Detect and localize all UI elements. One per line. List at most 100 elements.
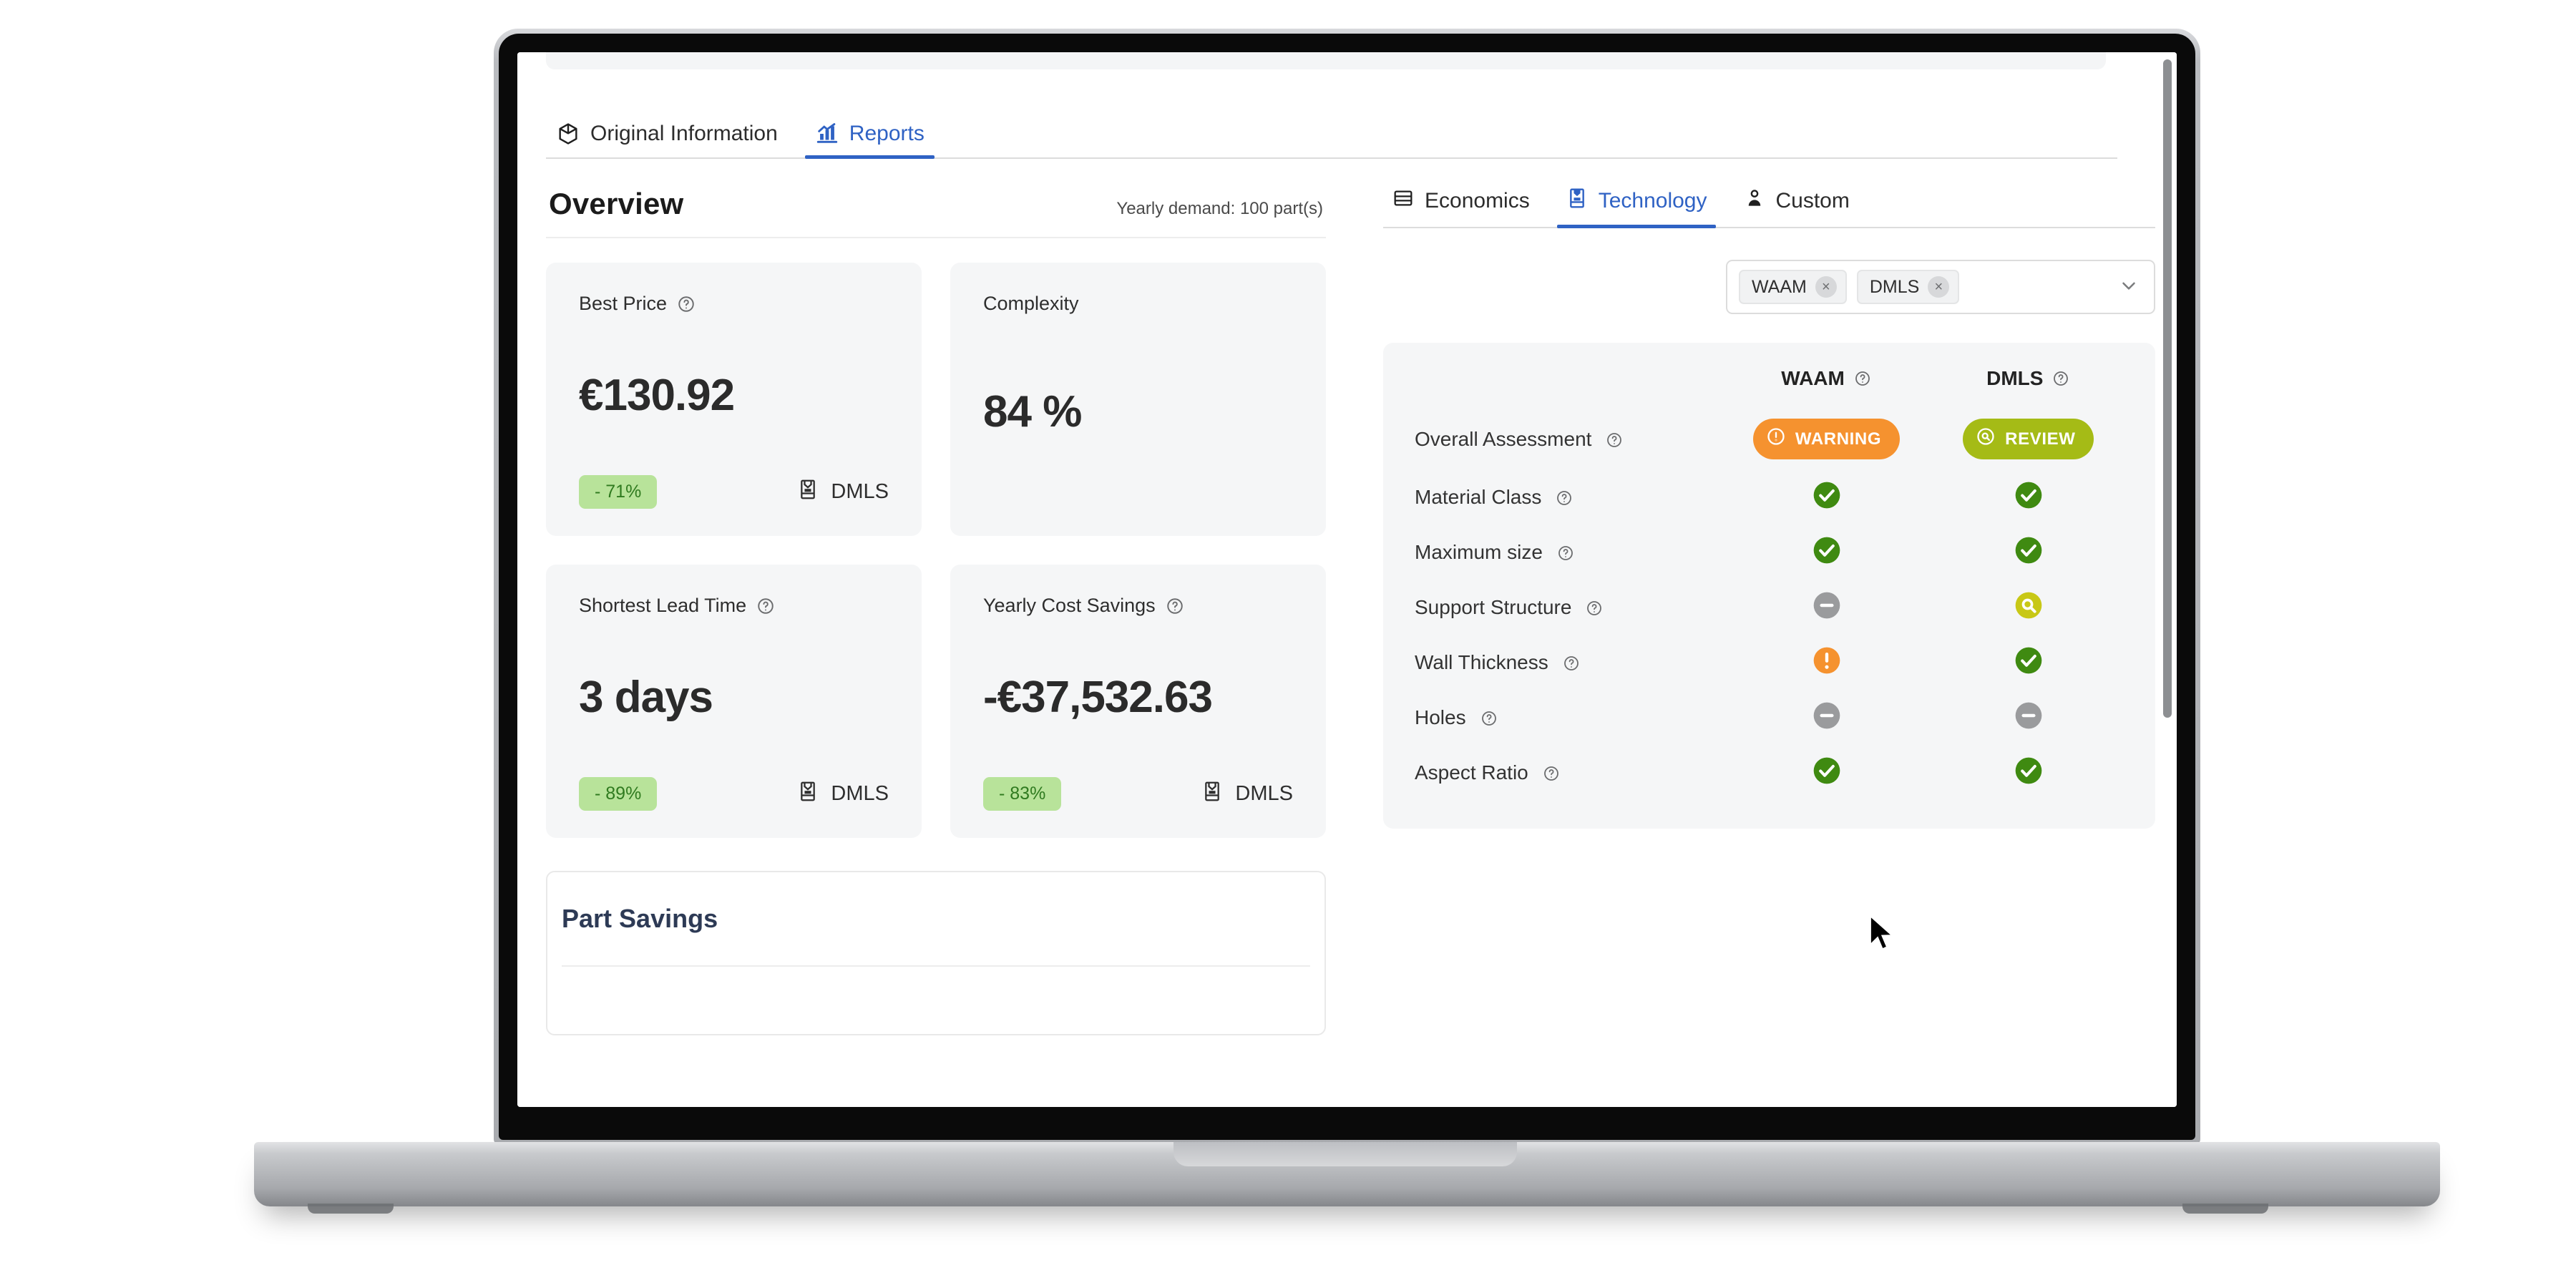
tab-label: Economics [1425,189,1530,213]
economics-icon [1392,187,1415,215]
info-icon[interactable] [756,597,775,615]
screenshot-stage: Original Information Reports Overview Ye… [0,0,2576,1288]
info-icon[interactable] [677,295,696,313]
status-cell-waam: WARNING [1719,409,1933,469]
status-cell-dmls [1933,469,2124,525]
delta-badge: - 89% [579,777,658,811]
chip-remove-icon[interactable]: × [1815,276,1837,298]
kpi-technology: DMLS [1201,780,1293,809]
kpi-label-text: Yearly Cost Savings [983,595,1156,616]
criterion-cell: Material Class [1415,469,1719,525]
check-circle-icon [1811,537,1843,569]
kpi-value: 3 days [579,672,713,722]
tab-label: Technology [1598,189,1707,213]
laptop-bezel: Original Information Reports Overview Ye… [499,34,2195,1140]
yearly-demand-label: Yearly demand: 100 part(s) [1116,199,1323,218]
info-icon[interactable] [1556,487,1574,506]
exclamation-circle-icon [1811,647,1843,679]
info-icon[interactable] [2051,369,2070,388]
technology-assessment-table: WAAM DMLS Overall Assessment WARNING REV… [1415,367,2124,800]
criterion-cell: Support Structure [1415,580,1719,635]
info-icon[interactable] [1166,597,1184,615]
table-row: Overall Assessment WARNING REVIEW [1415,409,2124,469]
chip-remove-icon[interactable]: × [1928,276,1950,298]
page-title: Overview [549,187,684,220]
main-tab-bar: Original Information Reports [546,106,2117,159]
status-cell-waam [1719,745,1933,800]
check-circle-icon [2013,482,2044,514]
person-icon [1743,187,1766,215]
table-header-row: WAAM DMLS [1415,367,2124,409]
technology-multiselect[interactable]: WAAM × DMLS × [1726,260,2155,314]
info-icon[interactable] [1586,597,1604,616]
printer-icon [1566,187,1589,215]
criterion-label: Wall Thickness [1415,650,1548,673]
kpi-technology-label: DMLS [831,782,889,805]
info-icon[interactable] [1606,429,1624,448]
criterion-cell: Overall Assessment [1415,409,1719,469]
report-body: Overview Yearly demand: 100 part(s) Best… [546,174,2155,1107]
overview-header: Overview Yearly demand: 100 part(s) [546,174,1326,238]
tab-economics[interactable]: Economics [1383,187,1538,227]
criterion-label: Maximum size [1415,540,1543,563]
tab-original-information[interactable]: Original Information [546,122,788,157]
table-row: Wall Thickness [1415,635,2124,690]
chip-waam[interactable]: WAAM × [1739,270,1847,304]
info-icon[interactable] [1480,708,1499,726]
kpi-card-best-price: Best Price €130.92 - 71% DMLS [546,263,922,536]
report-detail-column: Economics Technology Custom WAAM × DMLS … [1355,174,2155,1107]
criterion-cell: Aspect Ratio [1415,745,1719,800]
table-row: Holes [1415,690,2124,745]
scrollbar-track[interactable] [2163,52,2174,1107]
info-icon[interactable] [1563,653,1581,671]
tab-technology[interactable]: Technology [1556,187,1716,228]
kpi-label-text: Best Price [579,293,668,314]
magnifier-circle-icon [2013,592,2044,624]
chip-label: DMLS [1869,276,1920,297]
kpi-label: Complexity [983,293,1293,315]
scrollbar-thumb[interactable] [2163,59,2172,718]
check-circle-icon [2013,757,2044,789]
technology-assessment-panel: WAAM DMLS Overall Assessment WARNING REV… [1383,343,2155,829]
kpi-technology: DMLS [796,478,889,507]
table-row: Support Structure [1415,580,2124,635]
laptop-base-notch [1174,1142,1517,1166]
tab-label: Original Information [590,122,778,145]
tab-label: Custom [1775,189,1850,213]
badge-label: REVIEW [2005,429,2076,449]
column-dmls: DMLS [1933,367,2124,409]
criterion-label: Overall Assessment [1415,427,1592,450]
status-cell-dmls [1933,635,2124,690]
kpi-card-yearly-cost-savings: Yearly Cost Savings -€37,532.63 - 83% DM… [950,565,1326,838]
kpi-value: 84 % [983,387,1082,436]
check-circle-icon [1811,482,1843,514]
criterion-cell: Maximum size [1415,525,1719,580]
kpi-footer: - 83% DMLS [983,777,1293,811]
bar-chart-icon [815,122,839,146]
tab-custom[interactable]: Custom [1735,187,1858,227]
column-waam: WAAM [1719,367,1933,409]
check-circle-icon [1811,757,1843,789]
kpi-label: Best Price [579,293,889,315]
check-circle-icon [2013,647,2044,679]
info-icon[interactable] [1557,542,1576,561]
scrolled-content-sliver [546,52,2106,69]
status-cell-waam [1719,690,1933,745]
laptop-lid: Original Information Reports Overview Ye… [494,29,2200,1145]
column-criterion [1415,367,1719,409]
info-icon[interactable] [1853,369,1872,388]
tab-label: Reports [849,122,924,145]
status-cell-waam [1719,580,1933,635]
status-cell-dmls [1933,580,2124,635]
kpi-label: Shortest Lead Time [579,595,889,617]
kpi-grid: Best Price €130.92 - 71% DMLS Complexity… [546,263,1326,838]
kpi-technology: DMLS [796,780,889,809]
minus-circle-icon [2013,702,2044,734]
table-row: Maximum size [1415,525,2124,580]
minus-circle-icon [1811,592,1843,624]
chevron-down-icon[interactable] [2118,275,2140,300]
printer-icon [1201,780,1224,809]
chip-dmls[interactable]: DMLS × [1856,270,1960,304]
tab-reports[interactable]: Reports [804,122,935,159]
info-icon[interactable] [1543,763,1561,781]
